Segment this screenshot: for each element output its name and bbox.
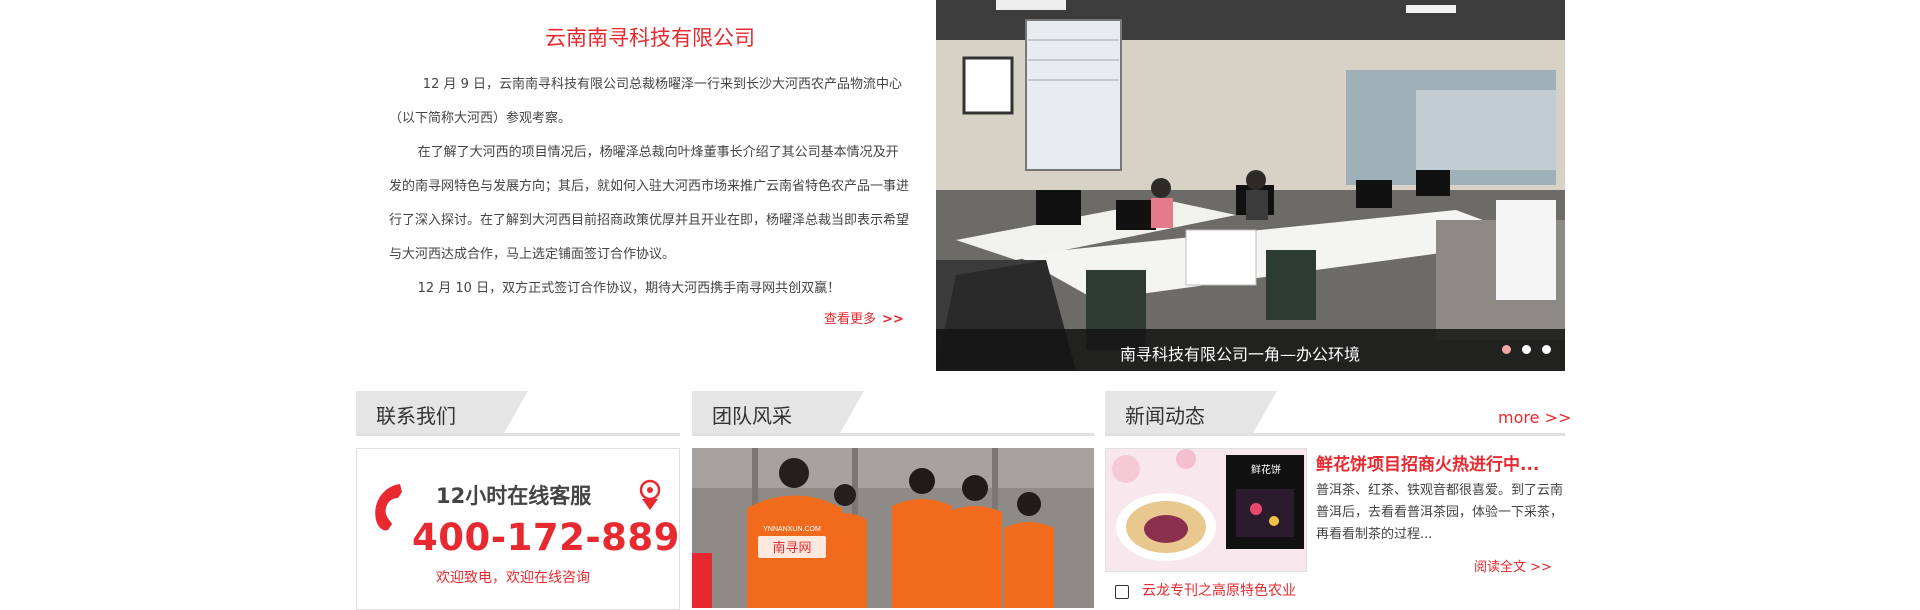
intro-paragraph-2: 在了解了大河西的项目情况后，杨曜泽总裁向叶烽董事长介绍了其公司基本情况及开发的南…: [389, 145, 910, 262]
team-vest-url: YNNANXUN.COM: [763, 526, 821, 533]
office-photo-illustration: [936, 0, 1565, 371]
double-chevron-right-icon: >>: [882, 312, 904, 327]
news-section-header: 新闻动态: [1105, 391, 1565, 436]
news-title[interactable]: 鲜花饼项目招商火热进行中...: [1316, 450, 1539, 475]
office-caption: 南寻科技有限公司一角—办公环境: [1120, 345, 1361, 364]
news-header-label: 新闻动态: [1125, 404, 1205, 428]
office-photo[interactable]: [936, 0, 1565, 371]
team-photo-illustration: 南寻网 YNNANXUN.COM: [692, 448, 1094, 608]
service-mascot-icon: [637, 479, 663, 515]
contact-header-divider: [356, 433, 680, 436]
news-item-2[interactable]: 云龙专刊之高原特色农业: [1142, 580, 1296, 600]
carousel-dot-2[interactable]: [1522, 345, 1531, 354]
contact-header-label: 联系我们: [376, 404, 456, 428]
carousel-dot-1[interactable]: [1502, 345, 1511, 354]
news-list-icon: [1115, 585, 1129, 599]
team-vest-text: 南寻网: [772, 540, 811, 555]
news-header-divider: [1105, 433, 1565, 436]
intro-paragraph-3: 12 月 10 日，双方正式签订合作协议，期待大河西携手南寻网共创双赢！: [417, 281, 841, 296]
intro-title: 云南南寻科技有限公司: [545, 26, 755, 50]
news-excerpt: 普洱茶、红茶、铁观音都很喜爱。到了云南普洱后，去看看普洱茶园，体验一下采茶，再看…: [1316, 483, 1564, 542]
intro-body: 12 月 9 日，云南南寻科技有限公司总裁杨曜泽一行来到长沙大河西农产品物流中心…: [389, 68, 911, 306]
read-more-label: 查看更多: [824, 312, 877, 327]
news-more-link[interactable]: more >>: [1498, 408, 1571, 427]
team-photo[interactable]: 南寻网 YNNANXUN.COM: [692, 448, 1094, 608]
phone-subtitle: 欢迎致电，欢迎在线咨询: [436, 570, 590, 586]
intro-paragraph-1: 12 月 9 日，云南南寻科技有限公司总裁杨曜泽一行来到长沙大河西农产品物流中心…: [389, 77, 903, 126]
team-header-label: 团队风采: [712, 404, 792, 428]
flower-cake-image: 鲜花饼: [1106, 449, 1306, 571]
flower-cake-box-label: 鲜花饼: [1251, 463, 1281, 476]
team-header-divider: [692, 433, 1094, 436]
contact-section-header: 联系我们: [356, 391, 680, 436]
phone-icon: [370, 480, 410, 538]
phone-number[interactable]: 400-172-889: [412, 516, 680, 559]
news-read-full-link[interactable]: 阅读全文 >>: [1474, 556, 1552, 575]
read-more-link[interactable]: 查看更多 >>: [824, 308, 904, 327]
phone-title: 12小时在线客服: [436, 484, 592, 508]
news-thumbnail[interactable]: 鲜花饼: [1105, 448, 1307, 572]
carousel-dot-3[interactable]: [1542, 345, 1551, 354]
team-section-header: 团队风采: [692, 391, 1094, 436]
